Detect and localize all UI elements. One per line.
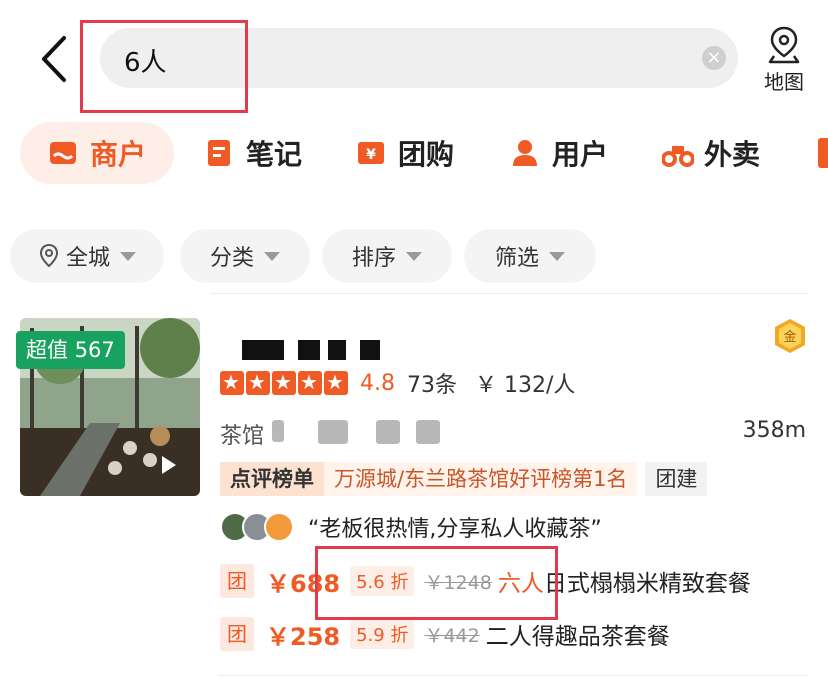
price-per-person: ￥ 132/人 bbox=[475, 373, 576, 398]
group-buy-tag: 团 bbox=[220, 564, 254, 598]
redacted-area bbox=[272, 420, 284, 442]
chevron-down-icon bbox=[406, 251, 422, 261]
store-icon bbox=[48, 138, 78, 168]
filter-city[interactable]: 全城 bbox=[10, 229, 164, 283]
note-icon bbox=[204, 138, 234, 168]
shop-category: 茶馆 bbox=[220, 424, 265, 449]
deal-name: 二人得趣品茶套餐 bbox=[485, 624, 670, 650]
search-highlight-box bbox=[80, 20, 248, 113]
filter-label: 筛选 bbox=[494, 246, 539, 271]
category-tabs: 商户 笔记 ¥ 团购 用户 外卖 bbox=[0, 122, 828, 186]
back-arrow-icon[interactable] bbox=[34, 34, 78, 84]
value-badge: 超值 567 bbox=[16, 331, 125, 369]
chevron-down-icon bbox=[120, 251, 136, 261]
play-icon[interactable] bbox=[162, 456, 176, 474]
deal-name-text: 日式榻榻米精致套餐 bbox=[543, 571, 751, 597]
redacted-shop-name bbox=[328, 340, 346, 360]
ranking-tag: 点评榜单 bbox=[220, 462, 324, 496]
review-count: 73条 bbox=[407, 373, 457, 398]
star-icon bbox=[298, 370, 322, 395]
chevron-down-icon bbox=[264, 251, 280, 261]
star-icon bbox=[246, 370, 270, 395]
location-icon bbox=[39, 243, 58, 268]
redacted-area bbox=[416, 420, 440, 444]
tab-more-partial-icon[interactable] bbox=[818, 138, 828, 168]
coupon-icon: ¥ bbox=[356, 138, 386, 168]
tab-users[interactable]: 用户 bbox=[510, 122, 620, 184]
gold-medal-icon: 金 bbox=[775, 319, 805, 353]
group-buy-tag: 团 bbox=[220, 617, 254, 651]
review-quote-row[interactable]: “老板很热情,分享私人收藏茶” bbox=[220, 510, 602, 544]
deal-original-price: ￥442 bbox=[424, 624, 480, 647]
filter-label: 排序 bbox=[351, 246, 396, 271]
clear-icon[interactable]: × bbox=[702, 46, 726, 70]
divider bbox=[210, 293, 808, 294]
map-pin-icon bbox=[768, 26, 800, 64]
redacted-area bbox=[376, 420, 400, 444]
chevron-down-icon bbox=[549, 251, 565, 261]
scooter-icon bbox=[661, 138, 695, 168]
team-building-tag: 团建 bbox=[645, 462, 708, 496]
tab-notes[interactable]: 笔记 bbox=[204, 122, 314, 184]
map-button[interactable]: 地图 bbox=[756, 24, 812, 94]
deal-highlight-box bbox=[315, 546, 558, 620]
ranking-text: 万源城/东兰路茶馆好评榜第1名 bbox=[324, 462, 638, 496]
divider bbox=[218, 675, 808, 676]
tab-label: 用户 bbox=[552, 138, 609, 171]
star-icon bbox=[220, 370, 244, 395]
star-icon bbox=[272, 370, 296, 395]
tab-label: 团购 bbox=[398, 138, 455, 171]
distance: 358m bbox=[742, 418, 806, 443]
svg-text:¥: ¥ bbox=[366, 147, 376, 163]
svg-text:金: 金 bbox=[783, 329, 796, 345]
tab-takeout[interactable]: 外卖 bbox=[661, 122, 772, 184]
tab-group-buy[interactable]: ¥ 团购 bbox=[356, 122, 466, 184]
filter-sort[interactable]: 排序 bbox=[322, 229, 452, 283]
rating-row: 4.8 73条 ￥ 132/人 bbox=[220, 368, 575, 398]
deal-discount: 5.9 折 bbox=[350, 619, 415, 649]
filter-category[interactable]: 分类 bbox=[180, 229, 310, 283]
star-icon bbox=[324, 370, 348, 395]
redacted-shop-name bbox=[360, 340, 380, 360]
redacted-shop-name bbox=[298, 340, 320, 360]
redacted-shop-name bbox=[242, 340, 284, 360]
tab-merchants[interactable]: 商户 bbox=[20, 122, 174, 184]
user-icon bbox=[510, 138, 540, 168]
rating-score: 4.8 bbox=[360, 370, 395, 396]
tab-label: 外卖 bbox=[704, 138, 761, 171]
filter-label: 分类 bbox=[209, 246, 254, 271]
redacted-area bbox=[318, 420, 348, 444]
ranking-row[interactable]: 点评榜单 万源城/东兰路茶馆好评榜第1名 团建 bbox=[220, 462, 708, 496]
filter-label: 全城 bbox=[65, 246, 110, 271]
review-quote: “老板很热情,分享私人收藏茶” bbox=[308, 517, 602, 542]
filter-screen[interactable]: 筛选 bbox=[464, 229, 596, 283]
deal-row[interactable]: 团 ￥258 5.9 折 ￥442 二人得趣品茶套餐 bbox=[220, 616, 670, 652]
map-label: 地图 bbox=[764, 70, 804, 94]
deal-price: ￥258 bbox=[266, 622, 341, 651]
tab-label: 笔记 bbox=[246, 138, 303, 171]
avatar bbox=[264, 512, 294, 542]
tab-label: 商户 bbox=[90, 138, 147, 171]
